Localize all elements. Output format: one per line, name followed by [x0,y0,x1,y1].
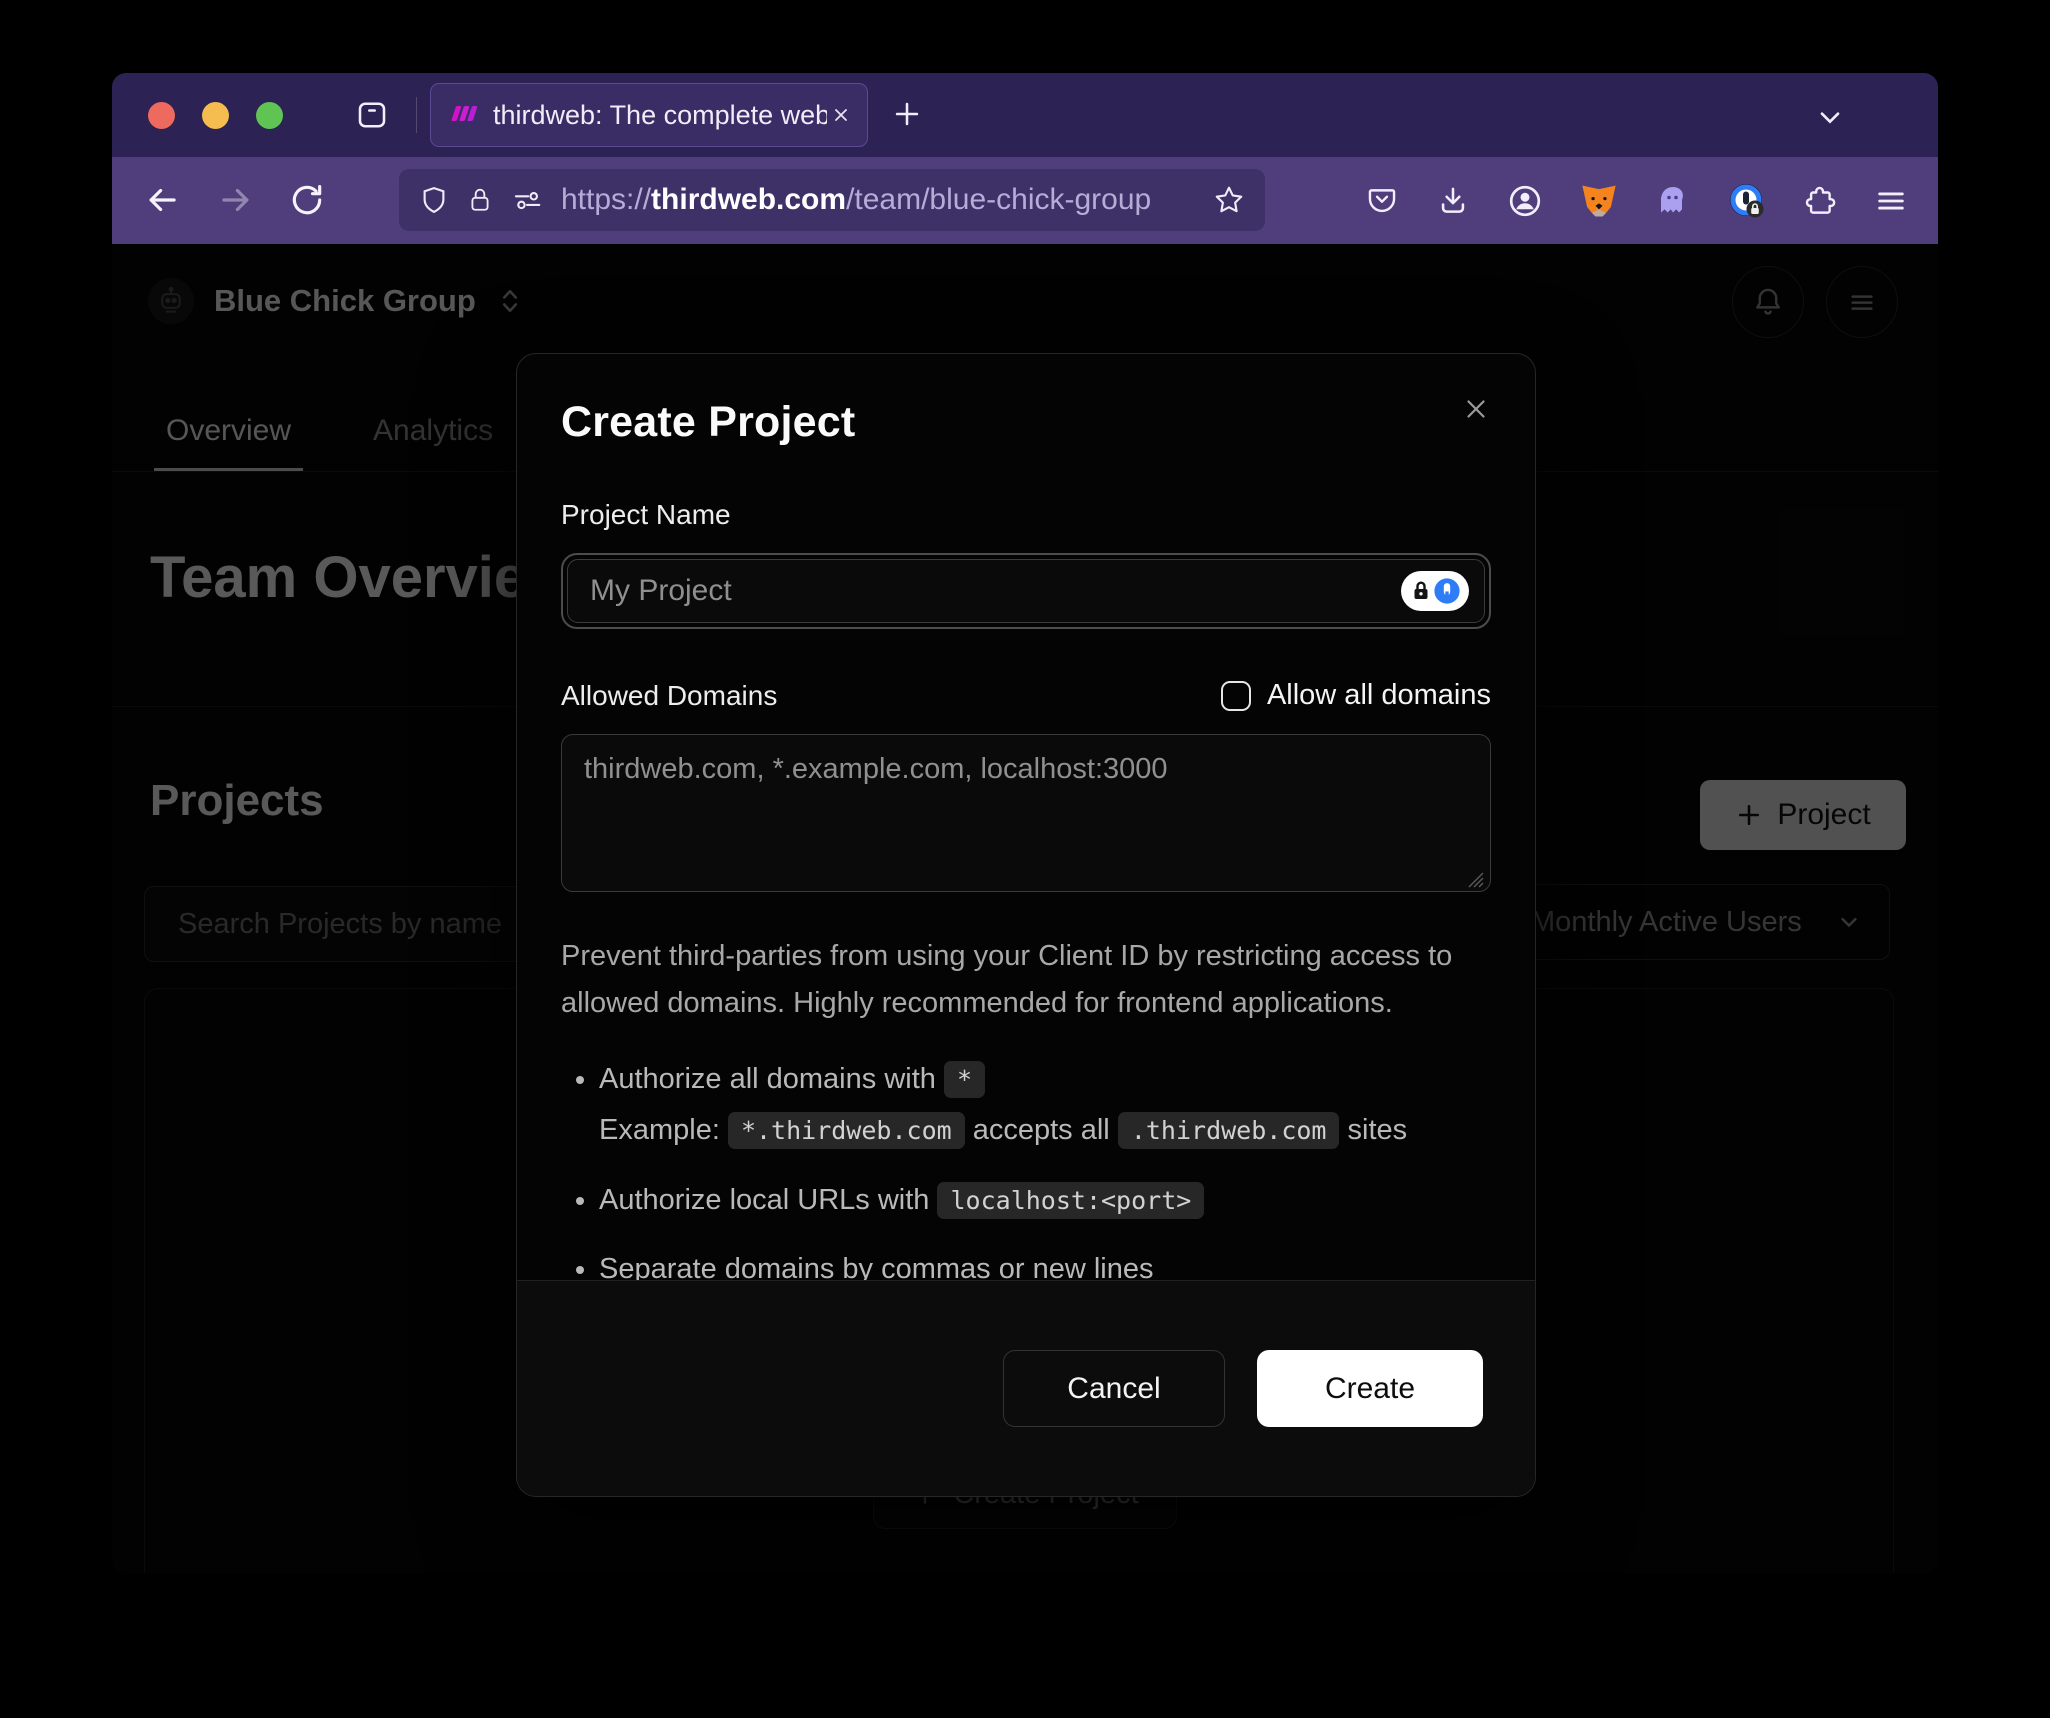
window-controls [148,102,283,129]
account-icon[interactable] [1507,183,1543,219]
create-button[interactable]: Create [1257,1350,1483,1427]
code-badge: * [944,1061,985,1098]
domain-rule-example: Example: *.thirdweb.com accepts all .thi… [599,1109,1491,1153]
active-tab[interactable]: thirdweb: The complete web3 de [430,83,868,147]
domain-rules-list: Authorize all domains with *Example: *.t… [561,1058,1491,1292]
shield-icon[interactable] [419,185,449,215]
modal-close-icon[interactable] [1461,394,1491,424]
project-name-label: Project Name [561,499,1491,531]
onepassword-autofill-icon[interactable] [1401,571,1469,611]
create-project-modal: Create Project Project Name [516,353,1536,1497]
lock-icon [467,185,493,215]
allowed-domains-label: Allowed Domains [561,680,777,712]
allowed-domains-description: Prevent third-parties from using your Cl… [561,933,1491,1028]
firefox-view-icon[interactable] [352,95,392,135]
modal-title: Create Project [561,398,1491,447]
url-host: thirdweb.com [651,183,846,216]
forward-button[interactable] [216,181,254,219]
code-badge: localhost:<port> [937,1182,1204,1219]
maximize-window-button[interactable] [256,102,283,129]
browser-window: thirdweb: The complete web3 de [112,73,1938,1573]
allow-all-domains-label: Allow all domains [1267,679,1491,712]
back-button[interactable] [144,181,182,219]
domain-rule-item: Authorize all domains with *Example: *.t… [599,1058,1491,1153]
project-name-field [561,553,1491,629]
allowed-domains-textarea[interactable] [561,734,1491,892]
toolbar-icons [1365,157,1908,244]
list-all-tabs-icon[interactable] [1814,101,1846,133]
close-window-button[interactable] [148,102,175,129]
allowed-domains-field [561,734,1491,897]
domain-rule-item: Authorize local URLs with localhost:<por… [599,1179,1491,1223]
metamask-icon[interactable] [1580,182,1618,220]
url-text[interactable]: https://thirdweb.com/team/blue-chick-gro… [561,183,1195,217]
thirdweb-favicon [449,100,479,130]
modal-footer: Cancel Create [517,1280,1535,1496]
code-badge: .thirdweb.com [1118,1112,1340,1149]
onepassword-icon[interactable] [1728,182,1766,220]
url-scheme: https:// [561,183,651,216]
tab-close-icon[interactable] [829,103,853,127]
tab-title: thirdweb: The complete web3 de [493,100,827,131]
phantom-icon[interactable] [1655,183,1691,219]
url-path: /team/blue-chick-group [846,183,1151,216]
downloads-icon[interactable] [1436,184,1470,218]
browser-navbar: https://thirdweb.com/team/blue-chick-gro… [112,157,1938,244]
allow-all-domains-toggle[interactable]: Allow all domains [1221,679,1491,712]
browser-titlebar: thirdweb: The complete web3 de [112,73,1938,157]
code-badge: *.thirdweb.com [728,1112,965,1149]
project-name-input[interactable] [567,559,1485,623]
permissions-icon[interactable] [511,185,543,215]
tab-separator [416,97,417,133]
cancel-button[interactable]: Cancel [1003,1350,1225,1427]
pocket-icon[interactable] [1365,184,1399,218]
minimize-window-button[interactable] [202,102,229,129]
reload-button[interactable] [288,181,326,219]
new-tab-button[interactable] [890,97,924,131]
bookmark-star-icon[interactable] [1213,184,1245,216]
extensions-puzzle-icon[interactable] [1803,184,1837,218]
allow-all-domains-checkbox[interactable] [1221,681,1251,711]
menu-hamburger-icon[interactable] [1874,184,1908,218]
url-bar[interactable]: https://thirdweb.com/team/blue-chick-gro… [399,169,1265,231]
